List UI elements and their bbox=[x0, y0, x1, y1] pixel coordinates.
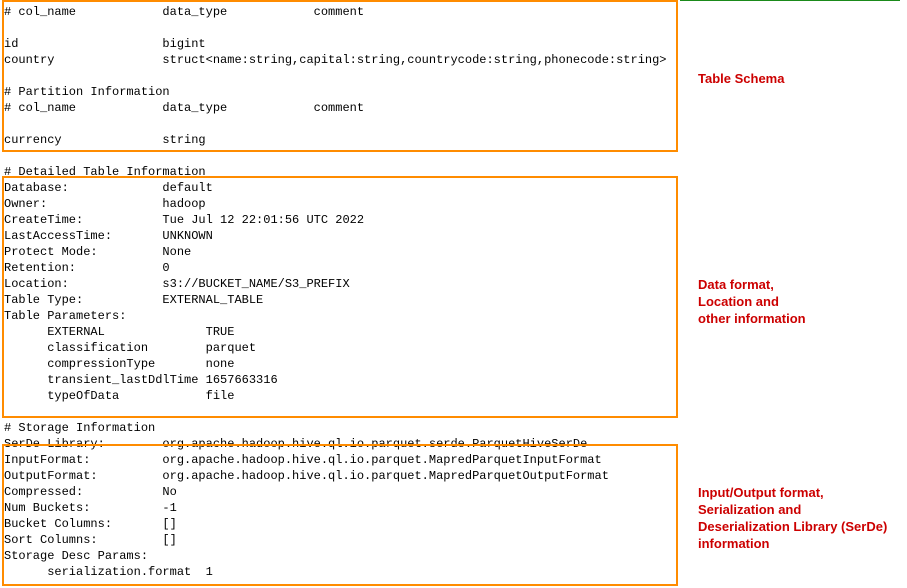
annotation-text-line2: Location and bbox=[698, 294, 779, 309]
annotation-text-line2: Serialization and bbox=[698, 502, 801, 517]
annotation-text-line4: information bbox=[698, 536, 770, 551]
annotation-text-line3: other information bbox=[698, 311, 806, 326]
annotation-storage-info: Input/Output format, Serialization and D… bbox=[698, 484, 887, 552]
annotation-text-line3: Deserialization Library (SerDe) bbox=[698, 519, 887, 534]
annotation-table-schema: Table Schema bbox=[698, 70, 784, 87]
annotation-text-line1: Input/Output format, bbox=[698, 485, 824, 500]
terminal-output: # col_name data_type comment id bigint c… bbox=[4, 4, 667, 580]
annotation-text-line1: Data format, bbox=[698, 277, 774, 292]
annotation-data-format: Data format, Location and other informat… bbox=[698, 276, 806, 327]
annotation-text: Table Schema bbox=[698, 71, 784, 86]
top-divider bbox=[680, 0, 900, 1]
